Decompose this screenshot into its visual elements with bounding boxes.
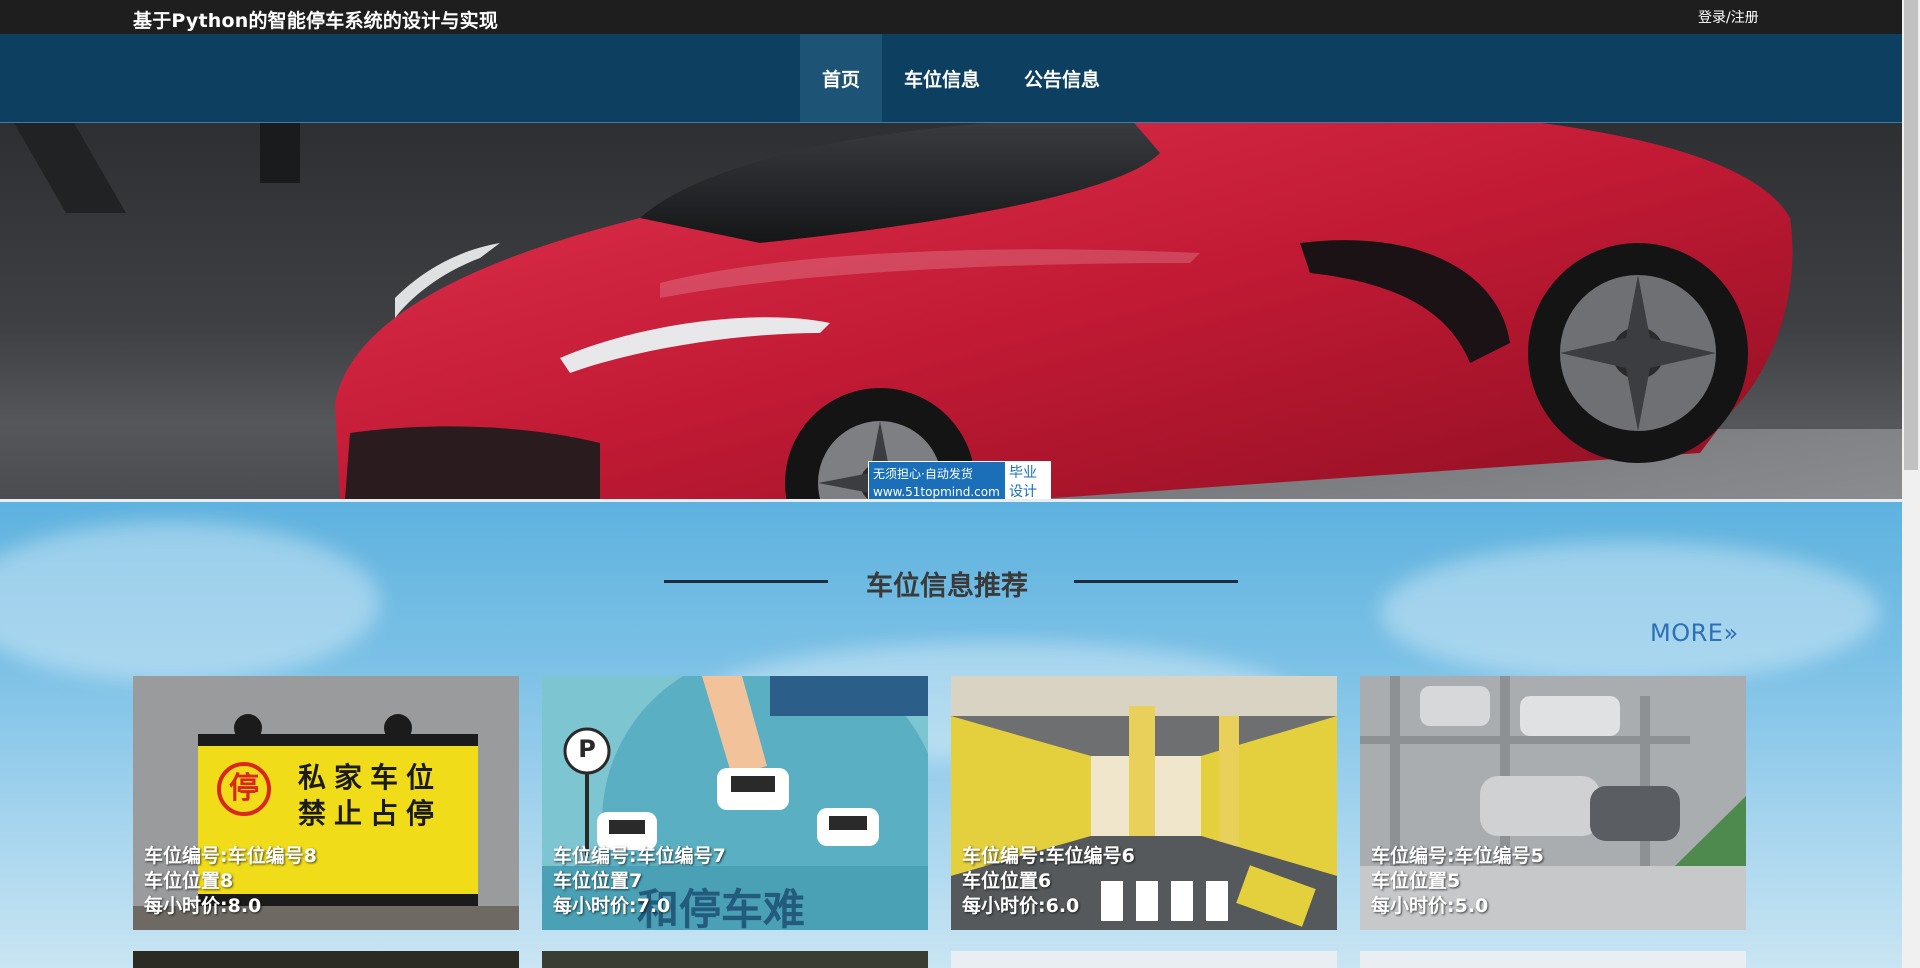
red-sports-car-image: [335, 123, 1793, 499]
scrollbar-thumb[interactable]: [1904, 0, 1918, 470]
sign-text-1: 私家车位: [298, 761, 443, 794]
title-line-left: [664, 580, 828, 583]
bg-cloud: [1380, 542, 1880, 682]
parking-card-partial[interactable]: [951, 951, 1337, 968]
no-parking-icon: 停: [217, 762, 271, 816]
recommend-section: 车位信息推荐 MORE» 停 私家车位 禁止占停 车位编号:车位编号8 车位位置…: [0, 499, 1902, 968]
card-space-location: 车位位置6: [962, 870, 1052, 892]
top-bar: 基于Python的智能停车系统的设计与实现 登录/注册: [0, 0, 1902, 34]
card-space-location: 车位位置5: [1371, 870, 1461, 892]
watermark-tag-line1: 毕业: [1009, 465, 1037, 481]
card-space-number: 车位编号:车位编号5: [1371, 845, 1544, 867]
parking-card-partial[interactable]: [542, 951, 928, 968]
login-register-link[interactable]: 登录/注册: [1698, 7, 1759, 27]
parking-card[interactable]: 车位编号:车位编号6 车位位置6 每小时价:6.0: [951, 676, 1337, 930]
parking-card[interactable]: 车位编号:车位编号5 车位位置5 每小时价:5.0: [1360, 676, 1746, 930]
card-price: 每小时价:5.0: [1371, 895, 1489, 917]
card-space-location: 车位位置7: [553, 870, 643, 892]
parking-card-partial[interactable]: [1360, 951, 1746, 968]
nav-item-announcements[interactable]: 公告信息: [1002, 34, 1122, 122]
parking-card[interactable]: P 和停车难 车位编号:车位编号7 车位位置7 每小时价:7.0: [542, 676, 928, 930]
nav-list: 首页 车位信息 公告信息: [800, 34, 1122, 122]
title-line-right: [1074, 580, 1238, 583]
parking-card-partial[interactable]: [133, 951, 519, 968]
nav-item-home[interactable]: 首页: [800, 34, 883, 122]
bg-cloud: [0, 522, 380, 682]
card-text: 车位编号:车位编号6 车位位置6 每小时价:6.0: [962, 844, 1135, 919]
nav-item-parking-info[interactable]: 车位信息: [882, 34, 1002, 122]
main-nav: 首页 车位信息 公告信息: [0, 34, 1902, 123]
card-price: 每小时价:7.0: [553, 895, 671, 917]
card-text: 车位编号:车位编号5 车位位置5 每小时价:5.0: [1371, 844, 1544, 919]
watermark-line1: 无须担心·自动发货: [873, 467, 973, 481]
watermark-text: 无须担心·自动发货 www.51topmind.com: [869, 462, 1004, 504]
card-text: 车位编号:车位编号7 车位位置7 每小时价:7.0: [553, 844, 726, 919]
parking-card[interactable]: 停 私家车位 禁止占停 车位编号:车位编号8 车位位置8 每小时价:8.0: [133, 676, 519, 930]
watermark-tag: 毕业 设计: [1004, 462, 1050, 504]
card-price: 每小时价:6.0: [962, 895, 1080, 917]
hero-banner: [0, 123, 1902, 499]
page-scrollbar[interactable]: [1902, 0, 1920, 968]
parking-p-icon: P: [578, 735, 596, 763]
card-space-location: 车位位置8: [144, 870, 234, 892]
card-space-number: 车位编号:车位编号6: [962, 845, 1135, 867]
card-space-number: 车位编号:车位编号8: [144, 845, 317, 867]
more-link[interactable]: MORE»: [1650, 619, 1739, 647]
sign-text-2: 禁止占停: [298, 797, 443, 830]
card-price: 每小时价:8.0: [144, 895, 262, 917]
card-space-number: 车位编号:车位编号7: [553, 845, 726, 867]
section-title: 车位信息推荐: [866, 571, 1028, 602]
site-title: 基于Python的智能停车系统的设计与实现: [133, 10, 499, 32]
card-text: 车位编号:车位编号8 车位位置8 每小时价:8.0: [144, 844, 317, 919]
